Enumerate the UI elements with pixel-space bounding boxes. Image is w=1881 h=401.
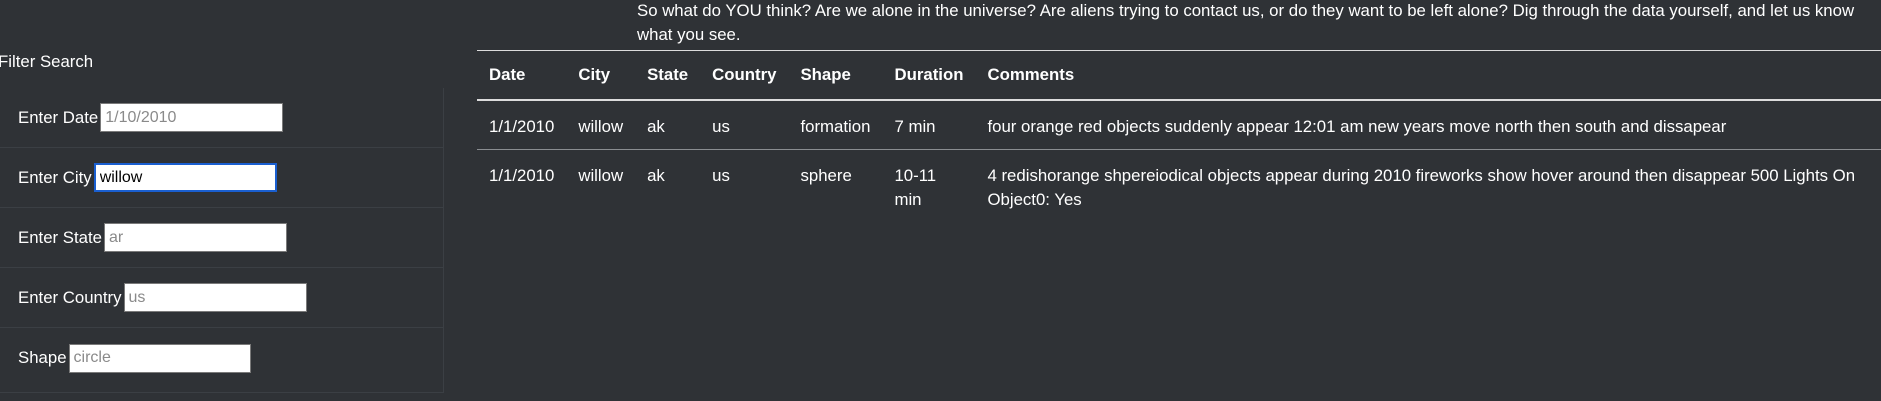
- header-shape: Shape: [800, 64, 851, 84]
- table-row: 1/1/2010 willow ak us sphere 10-11 min 4…: [477, 149, 1881, 222]
- ufo-page: So what do YOU think? Are we alone in th…: [0, 0, 1881, 401]
- filter-row-country: Enter Country: [0, 268, 444, 328]
- intro-paragraph: So what do YOU think? Are we alone in th…: [637, 0, 1855, 44]
- filter-row-city: Enter City: [0, 148, 444, 208]
- date-input[interactable]: [100, 103, 284, 132]
- cell-duration: 10-11 min: [894, 165, 937, 209]
- filter-row-shape: Shape: [0, 328, 444, 388]
- city-label: Enter City: [18, 167, 92, 187]
- filter-row-date: Enter Date: [0, 88, 444, 148]
- ufo-sightings-table: Date City State Country Shape Duration C…: [477, 50, 1881, 222]
- cell-date: 1/1/2010: [489, 165, 555, 185]
- cell-country: us: [712, 165, 730, 185]
- cell-state: ak: [647, 116, 665, 136]
- cell-shape: formation: [800, 116, 871, 136]
- filter-panel: Enter Date Enter City Enter State Enter …: [0, 88, 444, 393]
- header-comments: Comments: [987, 64, 1075, 84]
- header-country: Country: [712, 64, 777, 84]
- cell-duration: 7 min: [894, 116, 936, 136]
- cell-date: 1/1/2010: [489, 116, 555, 136]
- cell-country: us: [712, 116, 730, 136]
- shape-input[interactable]: [68, 343, 251, 373]
- city-input[interactable]: [93, 163, 277, 192]
- shape-label: Shape: [18, 348, 67, 367]
- cell-comments: 4 redishorange shpereiodical objects app…: [987, 165, 1856, 209]
- cell-city: willow: [578, 116, 624, 136]
- country-input[interactable]: [123, 283, 307, 312]
- header-duration: Duration: [894, 64, 964, 84]
- cell-city: willow: [578, 165, 624, 185]
- cell-shape: sphere: [800, 165, 852, 185]
- state-input[interactable]: [103, 223, 287, 252]
- date-label: Enter Date: [18, 107, 99, 127]
- header-city: City: [578, 64, 611, 84]
- cell-state: ak: [647, 165, 665, 185]
- table-row: 1/1/2010 willow ak us formation 7 min fo…: [477, 100, 1881, 149]
- header-date: Date: [489, 64, 526, 84]
- table-header-row: Date City State Country Shape Duration C…: [477, 50, 1881, 100]
- country-label: Enter Country: [18, 287, 122, 307]
- filter-row-state: Enter State: [0, 208, 444, 268]
- filter-search-title: Filter Search: [0, 52, 94, 71]
- state-label: Enter State: [18, 227, 102, 247]
- cell-comments: four orange red objects suddenly appear …: [987, 116, 1727, 136]
- header-state: State: [647, 64, 689, 84]
